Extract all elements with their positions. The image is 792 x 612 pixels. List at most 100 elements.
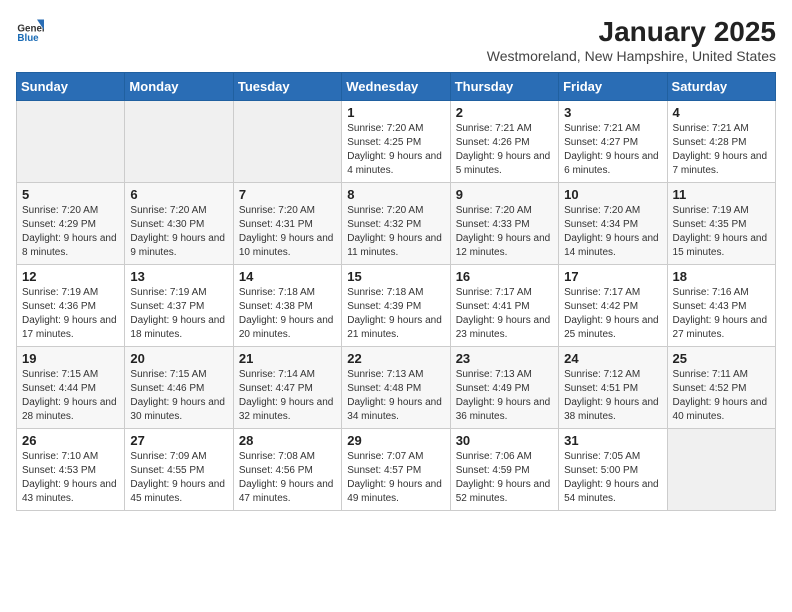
- calendar-subtitle: Westmoreland, New Hampshire, United Stat…: [487, 48, 776, 64]
- day-number: 6: [130, 187, 227, 202]
- day-info: Sunrise: 7:20 AM Sunset: 4:33 PM Dayligh…: [456, 204, 553, 260]
- logo: General Blue: [16, 16, 44, 44]
- day-info: Sunrise: 7:21 AM Sunset: 4:28 PM Dayligh…: [673, 122, 770, 178]
- day-info: Sunrise: 7:13 AM Sunset: 4:49 PM Dayligh…: [456, 368, 553, 424]
- calendar-cell: 20 Sunrise: 7:15 AM Sunset: 4:46 PM Dayli…: [125, 347, 233, 429]
- page-header: General Blue January 2025 Westmoreland, …: [16, 16, 776, 64]
- day-number: 17: [564, 269, 661, 284]
- calendar-cell: 3Sunrise: 7:21 AM Sunset: 4:27 PM Daylig…: [559, 101, 667, 183]
- calendar-cell: 15 Sunrise: 7:18 AM Sunset: 4:39 PM Dayli…: [342, 265, 450, 347]
- column-header-tuesday: Tuesday: [233, 73, 341, 101]
- day-info: Sunrise: 7:16 AM Sunset: 4:43 PM Dayligh…: [673, 286, 770, 342]
- calendar-cell: 28 Sunrise: 7:08 AM Sunset: 4:56 PM Dayli…: [233, 429, 341, 511]
- calendar-cell: 11Sunrise: 7:19 AM Sunset: 4:35 PM Dayli…: [667, 183, 775, 265]
- calendar-week-row: 19Sunrise: 7:15 AM Sunset: 4:44 PM Dayli…: [17, 347, 776, 429]
- calendar-cell: 13 Sunrise: 7:19 AM Sunset: 4:37 PM Dayli…: [125, 265, 233, 347]
- calendar-cell: 14 Sunrise: 7:18 AM Sunset: 4:38 PM Dayli…: [233, 265, 341, 347]
- day-info: Sunrise: 7:20 AM Sunset: 4:32 PM Dayligh…: [347, 204, 444, 260]
- day-info: Sunrise: 7:20 AM Sunset: 4:31 PM Dayligh…: [239, 204, 336, 260]
- day-number: 26: [22, 433, 119, 448]
- column-header-sunday: Sunday: [17, 73, 125, 101]
- day-number: 18: [673, 269, 770, 284]
- calendar-cell: 1 Sunrise: 7:20 AM Sunset: 4:25 PM Daylig…: [342, 101, 450, 183]
- calendar-cell: 23 Sunrise: 7:13 AM Sunset: 4:49 PM Dayli…: [450, 347, 558, 429]
- day-info: Sunrise: 7:17 AM Sunset: 4:41 PM Dayligh…: [456, 286, 553, 342]
- day-number: 20: [130, 351, 227, 366]
- calendar-week-row: 12Sunrise: 7:19 AM Sunset: 4:36 PM Dayli…: [17, 265, 776, 347]
- day-number: 7: [239, 187, 336, 202]
- day-number: 2: [456, 105, 553, 120]
- day-info: Sunrise: 7:20 AM Sunset: 4:25 PM Dayligh…: [347, 122, 444, 178]
- day-info: Sunrise: 7:19 AM Sunset: 4:37 PM Dayligh…: [130, 286, 227, 342]
- day-info: Sunrise: 7:15 AM Sunset: 4:46 PM Dayligh…: [130, 368, 227, 424]
- calendar-cell: 2 Sunrise: 7:21 AM Sunset: 4:26 PM Daylig…: [450, 101, 558, 183]
- day-number: 8: [347, 187, 444, 202]
- svg-text:Blue: Blue: [17, 33, 39, 44]
- day-info: Sunrise: 7:18 AM Sunset: 4:38 PM Dayligh…: [239, 286, 336, 342]
- calendar-cell: 29Sunrise: 7:07 AM Sunset: 4:57 PM Dayli…: [342, 429, 450, 511]
- calendar-cell: 6 Sunrise: 7:20 AM Sunset: 4:30 PM Daylig…: [125, 183, 233, 265]
- day-info: Sunrise: 7:09 AM Sunset: 4:55 PM Dayligh…: [130, 450, 227, 506]
- day-number: 16: [456, 269, 553, 284]
- day-info: Sunrise: 7:20 AM Sunset: 4:34 PM Dayligh…: [564, 204, 661, 260]
- column-header-thursday: Thursday: [450, 73, 558, 101]
- day-info: Sunrise: 7:18 AM Sunset: 4:39 PM Dayligh…: [347, 286, 444, 342]
- calendar-cell: [17, 101, 125, 183]
- calendar-cell: 30 Sunrise: 7:06 AM Sunset: 4:59 PM Dayli…: [450, 429, 558, 511]
- day-number: 15: [347, 269, 444, 284]
- calendar-cell: 5 Sunrise: 7:20 AM Sunset: 4:29 PM Daylig…: [17, 183, 125, 265]
- column-header-friday: Friday: [559, 73, 667, 101]
- calendar-cell: 22 Sunrise: 7:13 AM Sunset: 4:48 PM Dayli…: [342, 347, 450, 429]
- day-number: 23: [456, 351, 553, 366]
- calendar-cell: 7 Sunrise: 7:20 AM Sunset: 4:31 PM Daylig…: [233, 183, 341, 265]
- calendar-cell: 9 Sunrise: 7:20 AM Sunset: 4:33 PM Daylig…: [450, 183, 558, 265]
- calendar-week-row: 5 Sunrise: 7:20 AM Sunset: 4:29 PM Daylig…: [17, 183, 776, 265]
- day-info: Sunrise: 7:05 AM Sunset: 5:00 PM Dayligh…: [564, 450, 661, 506]
- day-info: Sunrise: 7:06 AM Sunset: 4:59 PM Dayligh…: [456, 450, 553, 506]
- day-number: 31: [564, 433, 661, 448]
- calendar-cell: 31 Sunrise: 7:05 AM Sunset: 5:00 PM Dayli…: [559, 429, 667, 511]
- calendar-cell: [233, 101, 341, 183]
- day-info: Sunrise: 7:20 AM Sunset: 4:30 PM Dayligh…: [130, 204, 227, 260]
- logo-icon: General Blue: [16, 16, 44, 44]
- column-header-wednesday: Wednesday: [342, 73, 450, 101]
- calendar-cell: 16 Sunrise: 7:17 AM Sunset: 4:41 PM Dayli…: [450, 265, 558, 347]
- day-info: Sunrise: 7:17 AM Sunset: 4:42 PM Dayligh…: [564, 286, 661, 342]
- day-info: Sunrise: 7:20 AM Sunset: 4:29 PM Dayligh…: [22, 204, 119, 260]
- day-number: 5: [22, 187, 119, 202]
- day-number: 22: [347, 351, 444, 366]
- day-info: Sunrise: 7:11 AM Sunset: 4:52 PM Dayligh…: [673, 368, 770, 424]
- calendar-cell: 26 Sunrise: 7:10 AM Sunset: 4:53 PM Dayli…: [17, 429, 125, 511]
- day-info: Sunrise: 7:10 AM Sunset: 4:53 PM Dayligh…: [22, 450, 119, 506]
- day-number: 1: [347, 105, 444, 120]
- day-number: 27: [130, 433, 227, 448]
- day-number: 4: [673, 105, 770, 120]
- day-info: Sunrise: 7:07 AM Sunset: 4:57 PM Dayligh…: [347, 450, 444, 506]
- day-number: 30: [456, 433, 553, 448]
- calendar-cell: [667, 429, 775, 511]
- day-info: Sunrise: 7:12 AM Sunset: 4:51 PM Dayligh…: [564, 368, 661, 424]
- calendar-cell: 4 Sunrise: 7:21 AM Sunset: 4:28 PM Daylig…: [667, 101, 775, 183]
- day-info: Sunrise: 7:19 AM Sunset: 4:36 PM Dayligh…: [22, 286, 119, 342]
- calendar-cell: 25 Sunrise: 7:11 AM Sunset: 4:52 PM Dayli…: [667, 347, 775, 429]
- calendar-cell: 17 Sunrise: 7:17 AM Sunset: 4:42 PM Dayli…: [559, 265, 667, 347]
- calendar-week-row: 1 Sunrise: 7:20 AM Sunset: 4:25 PM Daylig…: [17, 101, 776, 183]
- day-info: Sunrise: 7:13 AM Sunset: 4:48 PM Dayligh…: [347, 368, 444, 424]
- day-number: 28: [239, 433, 336, 448]
- day-number: 10: [564, 187, 661, 202]
- calendar-header-row: SundayMondayTuesdayWednesdayThursdayFrid…: [17, 73, 776, 101]
- day-number: 3: [564, 105, 661, 120]
- day-number: 11: [673, 187, 770, 202]
- day-number: 19: [22, 351, 119, 366]
- column-header-saturday: Saturday: [667, 73, 775, 101]
- day-number: 14: [239, 269, 336, 284]
- day-number: 13: [130, 269, 227, 284]
- day-info: Sunrise: 7:21 AM Sunset: 4:26 PM Dayligh…: [456, 122, 553, 178]
- calendar-title: January 2025: [487, 16, 776, 48]
- calendar-cell: 12Sunrise: 7:19 AM Sunset: 4:36 PM Dayli…: [17, 265, 125, 347]
- day-number: 25: [673, 351, 770, 366]
- calendar-cell: [125, 101, 233, 183]
- day-number: 9: [456, 187, 553, 202]
- day-info: Sunrise: 7:08 AM Sunset: 4:56 PM Dayligh…: [239, 450, 336, 506]
- calendar-cell: 18 Sunrise: 7:16 AM Sunset: 4:43 PM Dayli…: [667, 265, 775, 347]
